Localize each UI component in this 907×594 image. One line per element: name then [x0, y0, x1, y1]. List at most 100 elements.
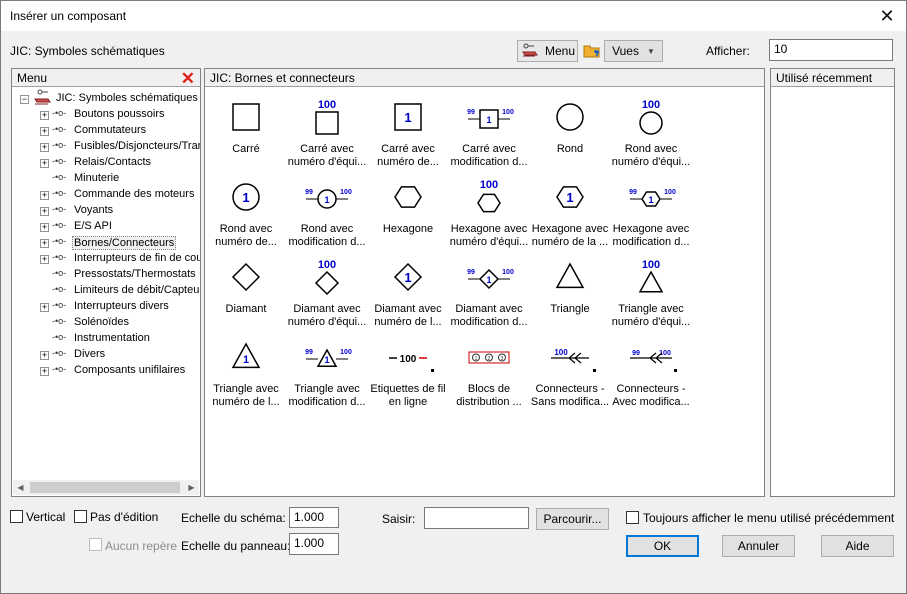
connector-icon: -•o- — [52, 236, 67, 246]
symbol-cell[interactable]: Carré — [205, 95, 287, 175]
symbol-cell[interactable]: 99 100 Connecteurs - Avec modifica... — [610, 335, 692, 415]
svg-text:99: 99 — [629, 189, 637, 196]
symbol-cell[interactable]: 1 2 3 Blocs de distribution ... — [448, 335, 530, 415]
symbol-cell[interactable]: 1 Carré avec numéro de... — [367, 95, 449, 175]
symbols-panel: JIC: Bornes et connecteurs Carré 100 Carré… — [204, 68, 765, 497]
help-button[interactable]: Aide — [821, 535, 894, 557]
close-icon[interactable]: ✕ — [876, 5, 898, 27]
symbol-cell[interactable]: 100 Triangle avec numéro d'équi... — [610, 255, 692, 335]
cancel-button[interactable]: Annuler — [722, 535, 795, 557]
svg-text:1: 1 — [242, 190, 249, 205]
expand-icon[interactable]: + — [40, 159, 49, 168]
symbol-caption-line2: modification d... — [450, 316, 528, 328]
show-count-input[interactable]: 10 — [769, 39, 893, 61]
symbol-cell[interactable]: 1 Diamant avec numéro de l... — [367, 255, 449, 335]
svg-text:99: 99 — [467, 269, 475, 276]
symbol-cell[interactable]: 99 100 1 Triangle avec modification d... — [286, 335, 368, 415]
symbol-icon — [231, 262, 261, 292]
recent-panel-title: Utilisé récemment — [776, 71, 873, 85]
views-button[interactable]: Vues ▼ — [604, 40, 663, 62]
connector-icon: -•o- — [52, 156, 67, 166]
symbol-caption-line2: modification d... — [288, 236, 366, 248]
symbol-caption: Triangle avec numéro de l... — [203, 383, 289, 409]
svg-text:99: 99 — [467, 109, 475, 116]
symbol-icon: 99 100 1 — [305, 189, 352, 209]
tree-item-label: Commande des moteurs — [74, 188, 195, 200]
tree-horizontal-scrollbar[interactable]: ◀ ▶ — [13, 480, 199, 495]
expand-icon[interactable]: + — [40, 239, 49, 248]
scroll-right-icon[interactable]: ▶ — [184, 480, 199, 495]
svg-text:1: 1 — [486, 115, 491, 125]
svg-text:100: 100 — [340, 189, 352, 196]
vertical-label: Vertical — [26, 510, 66, 524]
symbol-cell[interactable]: Hexagone — [367, 175, 449, 255]
symbol-caption-line1: Triangle avec — [294, 383, 360, 395]
symbol-cell[interactable]: 1 Hexagone avec numéro de la ... — [529, 175, 611, 255]
menu-panel-title: Menu — [17, 71, 48, 85]
symbol-cell[interactable]: 1 Rond avec numéro de... — [205, 175, 287, 255]
menu-button[interactable]: Menu — [517, 40, 578, 62]
symbol-cell[interactable]: 100 Etiquettes de fil en ligne — [367, 335, 449, 415]
expand-icon[interactable]: + — [40, 191, 49, 200]
always-show-checkbox[interactable] — [626, 511, 639, 524]
svg-text:100: 100 — [400, 354, 417, 365]
symbol-cell[interactable]: Diamant — [205, 255, 287, 335]
scroll-left-icon[interactable]: ◀ — [13, 480, 28, 495]
browse-button[interactable]: Parcourir... — [536, 508, 609, 530]
symbol-cell[interactable]: 1 Triangle avec numéro de l... — [205, 335, 287, 415]
symbol-caption: Rond avec numéro d'équi... — [608, 143, 694, 169]
scale-panel-input[interactable]: 1.000 — [289, 533, 339, 555]
symbol-caption: Rond avec numéro de... — [203, 223, 289, 249]
symbol-cell[interactable]: 100 Hexagone avec numéro d'équi... — [448, 175, 530, 255]
svg-text:1: 1 — [566, 190, 573, 205]
expand-icon[interactable]: + — [40, 351, 49, 360]
expand-icon[interactable]: + — [40, 223, 49, 232]
expand-icon[interactable]: + — [40, 255, 49, 264]
symbol-cell[interactable]: 99 100 1 Diamant avec modification d... — [448, 255, 530, 335]
symbol-caption: Hexagone avec numéro d'équi... — [446, 223, 532, 249]
expand-icon[interactable]: + — [40, 207, 49, 216]
symbol-caption: Triangle avec modification d... — [284, 383, 370, 409]
expand-icon[interactable]: + — [40, 143, 49, 152]
symbol-caption-line1: Carré avec — [462, 143, 516, 155]
symbol-caption-line2: numéro d'équi... — [611, 156, 691, 168]
tree-item-label: Composants unifilaires — [74, 364, 186, 376]
symbol-caption: Hexagone avec modification d... — [608, 223, 694, 249]
no-marker-checkbox[interactable] — [89, 538, 102, 551]
symbol-icon — [555, 262, 585, 289]
symbol-caption-line1: Triangle — [550, 303, 590, 315]
symbol-cell[interactable]: 100 Diamant avec numéro d'équi... — [286, 255, 368, 335]
connector-icon: -•o- — [52, 332, 67, 342]
symbol-caption: Carré avec modification d... — [446, 143, 532, 169]
tree-item-label: Pressostats/Thermostats — [74, 268, 196, 280]
scale-schema-input[interactable]: 1.000 — [289, 507, 339, 528]
tree-item-label: Interrupteurs divers — [74, 300, 169, 312]
symbol-caption-line2: Avec modifica... — [612, 396, 690, 408]
symbol-caption: Etiquettes de fil en ligne — [365, 383, 451, 409]
expand-icon[interactable]: + — [40, 367, 49, 376]
symbol-cell[interactable]: 99 100 1 Carré avec modification d... — [448, 95, 530, 175]
scroll-thumb[interactable] — [30, 482, 180, 493]
symbol-cell[interactable]: 100 Connecteurs - Sans modifica... — [529, 335, 611, 415]
collapse-icon[interactable]: − — [20, 95, 29, 104]
no-edit-checkbox[interactable] — [74, 510, 87, 523]
ok-button[interactable]: OK — [626, 535, 699, 557]
expand-icon[interactable]: + — [40, 303, 49, 312]
symbol-cell[interactable]: 99 100 1 Hexagone avec modification d... — [610, 175, 692, 255]
symbol-cell[interactable]: Triangle — [529, 255, 611, 335]
folder-up-button[interactable] — [581, 40, 602, 62]
symbol-cell[interactable]: 99 100 1 Rond avec modification d... — [286, 175, 368, 255]
symbols-grid: Carré 100 Carré avec numéro d'équi... 1 Carré… — [205, 89, 764, 489]
symbol-cell[interactable]: 100 Carré avec numéro d'équi... — [286, 95, 368, 175]
symbol-cell[interactable]: Rond — [529, 95, 611, 175]
tree-item-label: Commutateurs — [74, 124, 147, 136]
connector-icon: -•o- — [52, 140, 67, 150]
vertical-checkbox[interactable] — [10, 510, 23, 523]
clear-x-icon[interactable]: ✕ — [181, 70, 195, 87]
seize-input[interactable] — [424, 507, 529, 529]
tree-item-label: Boutons poussoirs — [74, 108, 165, 120]
expand-icon[interactable]: + — [40, 111, 49, 120]
expand-icon[interactable]: + — [40, 127, 49, 136]
symbol-cell[interactable]: 100 Rond avec numéro d'équi... — [610, 95, 692, 175]
symbol-caption-line1: Carré — [232, 143, 260, 155]
